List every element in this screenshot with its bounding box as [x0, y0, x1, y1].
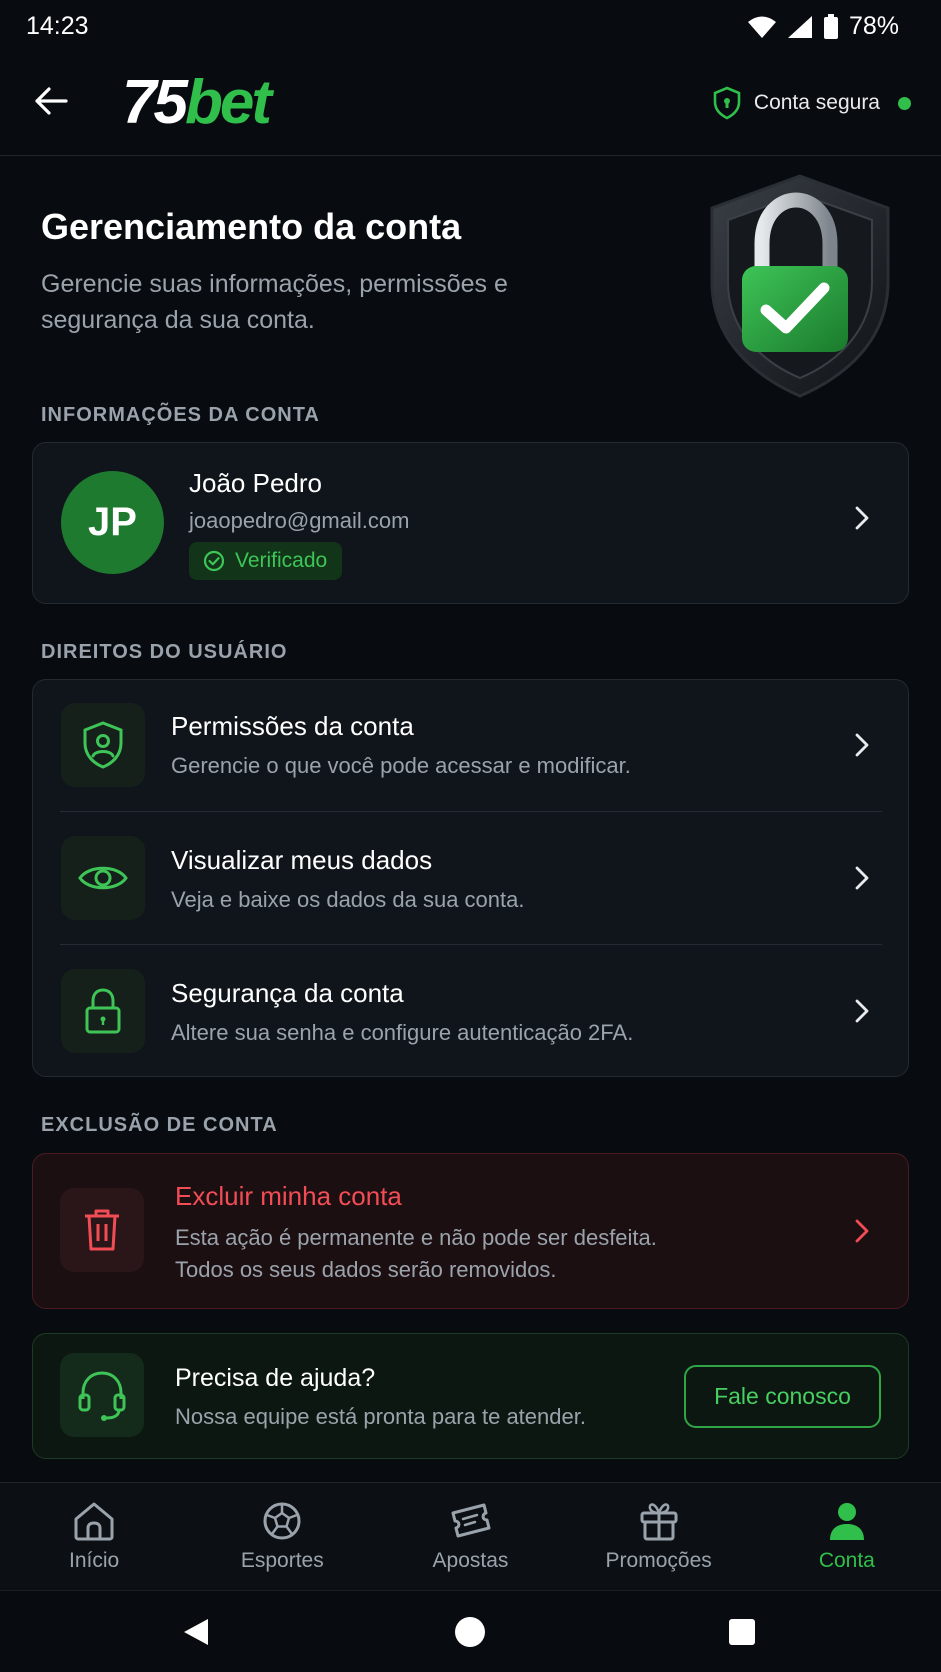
ticket-icon	[451, 1503, 491, 1538]
gift-icon	[640, 1503, 678, 1541]
chevron-right-icon	[848, 504, 876, 532]
nav-label: Início	[68, 1549, 120, 1572]
check-circle-icon	[203, 550, 225, 572]
back-button[interactable]	[28, 78, 74, 124]
square-recents-icon	[729, 1619, 755, 1645]
security-row[interactable]	[33, 945, 908, 1075]
triangle-back-icon	[184, 1619, 208, 1645]
row-icon-box	[60, 1188, 144, 1272]
row-icon-box	[61, 836, 145, 920]
battery-icon	[823, 13, 838, 39]
nav-label: Esportes	[240, 1549, 324, 1572]
battery-percent: 78%	[848, 12, 899, 40]
brand-logo[interactable]: 75bet	[122, 66, 272, 140]
shield-user-icon	[83, 721, 123, 769]
row-icon-box	[60, 1353, 144, 1437]
contact-us-button[interactable]: Fale conosco	[684, 1365, 881, 1428]
arrow-left-icon	[35, 87, 68, 115]
status-dot	[898, 96, 911, 110]
status-icons: 78%	[747, 12, 899, 41]
help-description: Nossa equipe está pronta para te atender…	[175, 1404, 586, 1429]
nav-item-inicio[interactable]: Início	[0, 1483, 188, 1590]
row-title: Visualizar meus dados	[171, 845, 433, 875]
row-description: Veja e baixe os dados da sua conta.	[171, 887, 525, 912]
wifi-icon	[747, 16, 776, 38]
row-title: Segurança da conta	[171, 978, 404, 1008]
account-info-section-label: INFORMAÇÕES DA CONTA	[41, 404, 320, 426]
shield-lock-icon	[713, 86, 741, 120]
logo-brand: bet	[184, 68, 272, 137]
user-icon	[829, 1503, 864, 1540]
signal-icon	[787, 15, 812, 38]
home-icon	[74, 1502, 114, 1541]
nav-item-apostas[interactable]: Apostas	[376, 1483, 564, 1590]
trash-icon	[85, 1209, 119, 1251]
avatar: JP	[61, 471, 164, 574]
page-title: Gerenciamento da conta	[41, 206, 462, 247]
chevron-right-icon	[848, 864, 876, 892]
nav-label: Conta	[818, 1549, 875, 1572]
row-title: Permissões da conta	[171, 711, 414, 741]
secure-label: Conta segura	[753, 91, 880, 114]
row-description: Gerencie o que você pode acessar e modif…	[171, 753, 631, 778]
system-back-button[interactable]	[178, 1614, 214, 1650]
row-description: Altere sua senha e configure autenticaçã…	[171, 1020, 634, 1045]
chevron-right-icon	[848, 1217, 876, 1245]
account-deletion-section-label: EXCLUSÃO DE CONTA	[41, 1114, 278, 1136]
nav-item-esportes[interactable]: Esportes	[188, 1483, 376, 1590]
row-icon-box	[61, 703, 145, 787]
user-rights-section-label: DIREITOS DO USUÁRIO	[41, 641, 288, 663]
profile-email: joaopedro@gmail.com	[189, 508, 410, 533]
bottom-nav: Início Esportes Apostas Promoções Conta	[0, 1482, 941, 1590]
delete-account-description-line-1: Esta ação é permanente e não pode ser de…	[175, 1225, 657, 1250]
verified-label: Verificado	[235, 549, 328, 572]
logo-number: 75	[122, 68, 188, 137]
status-time: 14:23	[26, 12, 89, 40]
nav-item-conta[interactable]: Conta	[753, 1483, 941, 1590]
delete-account-description: Esta ação é permanente e não pode ser de…	[175, 1222, 657, 1286]
nav-item-promocoes[interactable]: Promoções	[565, 1483, 753, 1590]
nav-label: Apostas	[432, 1549, 509, 1572]
soccer-ball-icon	[263, 1502, 301, 1540]
profile-name: João Pedro	[189, 468, 322, 498]
delete-account-description-line-2: Todos os seus dados serão removidos.	[175, 1257, 557, 1282]
row-icon-box	[61, 969, 145, 1053]
circle-home-icon	[455, 1617, 485, 1647]
secure-account-indicator: Conta segura	[712, 86, 911, 120]
delete-account-title: Excluir minha conta	[175, 1181, 402, 1211]
permissions-row[interactable]	[33, 681, 908, 811]
shield-padlock-illustration	[710, 174, 890, 398]
page-subtitle: Gerencie suas informações, permissões e …	[41, 270, 508, 334]
lock-icon	[85, 988, 121, 1034]
verified-badge: Verificado	[189, 542, 343, 580]
chevron-right-icon	[848, 997, 876, 1025]
eye-icon	[78, 866, 128, 890]
chevron-right-icon	[848, 731, 876, 759]
nav-label: Promoções	[605, 1549, 712, 1572]
system-recents-button[interactable]	[724, 1614, 760, 1650]
system-home-button[interactable]	[452, 1614, 488, 1650]
view-data-row[interactable]	[33, 812, 908, 944]
headset-icon	[78, 1371, 126, 1421]
help-title: Precisa de ajuda?	[175, 1364, 376, 1392]
